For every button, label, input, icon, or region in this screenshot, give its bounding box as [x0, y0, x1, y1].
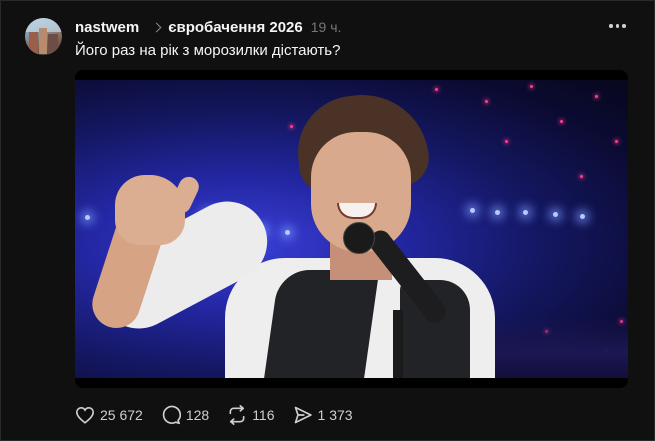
- share-count: 1 373: [317, 407, 353, 423]
- topic-tag[interactable]: євробачення 2026: [168, 19, 303, 36]
- post-time: 19 ч.: [310, 19, 342, 35]
- comment-count: 128: [185, 407, 210, 423]
- more-dots-icon[interactable]: [609, 22, 631, 30]
- like-button[interactable]: 25 672: [75, 406, 143, 424]
- post-actions: 25 672 128 116 1 373: [75, 405, 371, 425]
- like-count: 25 672: [100, 407, 143, 423]
- post-header: nastwem євробачення 2026 19 ч.: [75, 17, 341, 37]
- concert-photo: [75, 80, 628, 378]
- avatar[interactable]: [25, 18, 62, 55]
- chevron-right-icon: [151, 22, 162, 32]
- comment-button[interactable]: 128: [161, 405, 209, 425]
- comment-bubble-icon: [162, 405, 181, 425]
- share-button[interactable]: 1 373: [293, 405, 353, 425]
- post-text: Його раз на рік з морозилки дістають?: [75, 42, 341, 59]
- send-icon: [294, 406, 312, 424]
- post-image[interactable]: [75, 70, 628, 388]
- repost-arrows-icon: [229, 405, 245, 425]
- repost-count: 116: [252, 407, 275, 423]
- repost-button[interactable]: 116: [227, 405, 275, 425]
- heart-icon: [75, 406, 95, 424]
- username[interactable]: nastwem: [75, 19, 139, 36]
